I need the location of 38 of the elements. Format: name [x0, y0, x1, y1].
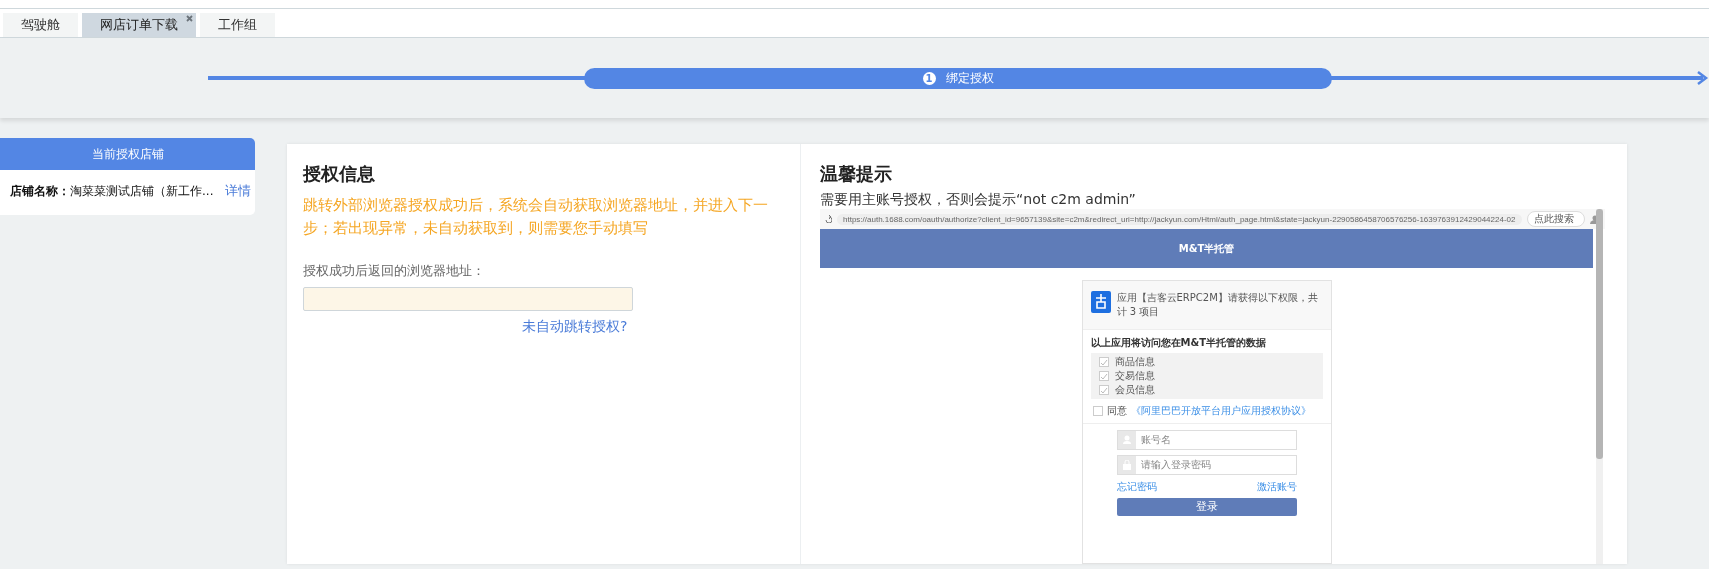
permission-label: 商品信息 — [1114, 355, 1155, 370]
app-text: 应用【吉客云ERPC2M】请获得以下权限，共计 3 项目 — [1116, 291, 1319, 320]
site-banner: M&T半托管 — [820, 229, 1593, 269]
agreement-link[interactable]: 《阿里巴巴开放平台用户应用授权协议》 — [1130, 404, 1311, 419]
details-link[interactable]: 详情 — [225, 182, 251, 200]
step-label: 绑定授权 — [945, 69, 994, 87]
section-title: 温馨提示 — [820, 162, 893, 186]
notice-text: 跳转外部浏览器授权成功后，系统会自动获取浏览器地址，并进入下一步；若出现异常，未自动获取到，则需要您手动填写 — [303, 195, 769, 239]
step-number: 1 — [922, 71, 936, 85]
checkbox[interactable] — [1098, 385, 1109, 396]
tab[interactable]: 工作组 — [200, 13, 275, 37]
login-button[interactable]: 登录 — [1116, 498, 1297, 517]
checkbox[interactable] — [1098, 357, 1109, 368]
permission-label: 会员信息 — [1114, 383, 1155, 398]
permission-label: 交易信息 — [1114, 369, 1155, 384]
forgot-password-link[interactable]: 忘记密码 — [1116, 480, 1157, 495]
url-input[interactable] — [303, 287, 633, 311]
close-icon[interactable] — [186, 15, 193, 22]
tab[interactable]: 网店订单下载 — [82, 13, 196, 37]
scope-text: 以上应用将访问您在M&T半托管的数据 — [1089, 336, 1267, 351]
activate-account-link[interactable]: 激活账号 — [1256, 480, 1297, 495]
agree-label: 同意 — [1106, 404, 1127, 419]
address-bar: https://auth.1688.com/oauth/authorize?client_id=9657139&site=c2m&redirect_uri=http://jackyun.com/Html/auth_page.html&state=jackyun-2290586458706576256-1639763912429044224-02 — [837, 213, 1522, 225]
field-label: 授权成功后返回的浏览器地址： — [303, 262, 486, 280]
section-title: 授权信息 — [303, 162, 376, 186]
field-label: 店铺名称： — [10, 182, 70, 200]
tip-text: 需要用主账号授权，否则会提示“not c2m admin” — [820, 191, 1137, 209]
scrollbar[interactable] — [1596, 209, 1603, 564]
reload-icon — [824, 215, 832, 223]
tab[interactable]: 驾驶舱 — [3, 13, 78, 37]
checkbox[interactable] — [1092, 406, 1103, 417]
app-logo-icon — [1090, 291, 1111, 314]
account-field[interactable]: 账号名 — [1116, 430, 1297, 451]
card-header: 当前授权店铺 — [0, 138, 255, 170]
store-name: 淘菜菜测试店铺（新工作... — [70, 182, 215, 200]
manual-auth-link[interactable]: 未自动跳转授权? — [522, 318, 628, 336]
checkbox[interactable] — [1098, 371, 1109, 382]
password-field[interactable]: 请输入登录密码 — [1116, 455, 1297, 476]
